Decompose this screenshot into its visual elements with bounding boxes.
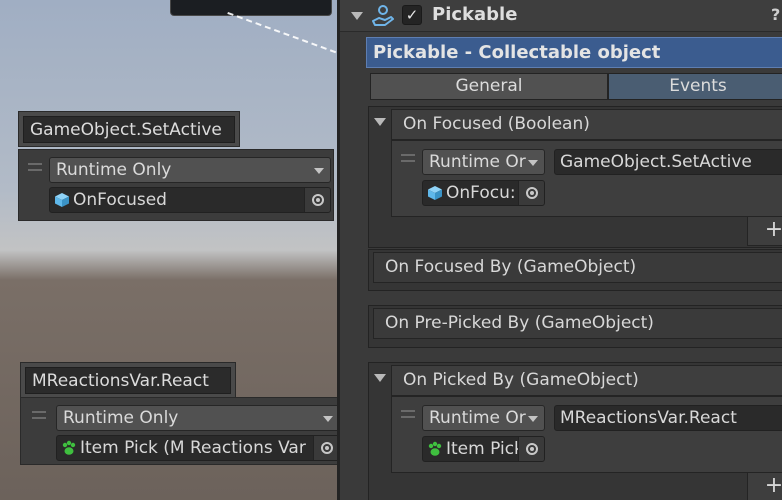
- drag-handle-icon[interactable]: [401, 154, 415, 162]
- event-listener-list: Runtime Or MReactionsVar.React Item Pick: [391, 396, 782, 473]
- object-picker-icon[interactable]: [518, 181, 544, 205]
- method-field[interactable]: GameObject.SetActive: [554, 149, 782, 175]
- scene-node-react-title[interactable]: MReactionsVar.React: [20, 362, 236, 398]
- method-field[interactable]: MReactionsVar.React: [554, 405, 782, 431]
- runtime-mode-dropdown[interactable]: Runtime Or: [422, 149, 545, 175]
- runtime-mode-label: Runtime Or: [429, 408, 526, 428]
- runtime-mode-label: Runtime Only: [63, 408, 179, 428]
- chevron-down-icon: [323, 416, 333, 422]
- checkmark-icon: ✓: [405, 6, 419, 24]
- cube-icon: [428, 186, 442, 200]
- component-enabled-checkbox[interactable]: ✓: [402, 5, 422, 25]
- add-listener-button[interactable]: +: [747, 472, 782, 500]
- foldout-arrow-icon[interactable]: [374, 118, 386, 126]
- event-header[interactable]: On Picked By (GameObject): [391, 365, 782, 396]
- component-description-banner: Pickable - Collectable object: [366, 37, 782, 68]
- scene-overlay-panel: [170, 0, 332, 16]
- drag-handle-icon[interactable]: [28, 163, 42, 171]
- chevron-down-icon: [528, 160, 538, 166]
- target-object-field[interactable]: OnFocu:: [422, 180, 545, 206]
- drag-handle-icon[interactable]: [401, 410, 415, 418]
- runtime-mode-label: Runtime Only: [56, 160, 172, 180]
- paw-icon: [428, 441, 442, 456]
- scene-node-setactive-title[interactable]: GameObject.SetActive: [18, 111, 240, 147]
- foldout-arrow-icon[interactable]: [374, 374, 386, 382]
- runtime-mode-dropdown[interactable]: Runtime Only: [49, 157, 331, 183]
- component-title: Pickable: [432, 4, 518, 25]
- chevron-down-icon: [528, 416, 538, 422]
- runtime-mode-dropdown[interactable]: Runtime Or: [422, 405, 545, 431]
- cube-icon: [55, 193, 69, 207]
- node-method-label: MReactionsVar.React: [25, 366, 231, 394]
- target-object-label: OnFocu:: [446, 183, 516, 203]
- target-object-label: Item Pick (M Reactions Var: [80, 438, 306, 458]
- target-object-field[interactable]: Item Pick (M Reactions Var: [56, 435, 337, 461]
- target-object-field[interactable]: OnFocused: [49, 187, 331, 213]
- component-header[interactable]: ✓ Pickable ?: [340, 0, 782, 32]
- chevron-down-icon: [314, 168, 324, 174]
- drag-handle-icon[interactable]: [32, 411, 46, 419]
- event-listener-list: Runtime Or GameObject.SetActive OnFocu:: [391, 140, 782, 217]
- target-object-label: OnFocused: [73, 190, 167, 210]
- tab-general[interactable]: General: [370, 73, 608, 100]
- scene-gizmo-ray: [227, 12, 337, 57]
- target-object-label: Item Pick: [446, 439, 524, 459]
- help-icon[interactable]: ?: [771, 5, 782, 25]
- scene-node-setactive-body: Runtime Only OnFocused: [18, 149, 334, 221]
- object-picker-icon[interactable]: [313, 436, 337, 460]
- event-header[interactable]: On Pre-Picked By (GameObject): [373, 308, 782, 339]
- target-object-field[interactable]: Item Pick: [422, 436, 545, 462]
- foldout-arrow-icon[interactable]: [351, 12, 363, 20]
- scene-view[interactable]: GameObject.SetActive Runtime Only OnFocu…: [0, 0, 337, 500]
- tab-events[interactable]: Events: [608, 73, 782, 100]
- add-listener-button[interactable]: +: [747, 216, 782, 246]
- object-picker-icon[interactable]: [518, 437, 544, 461]
- runtime-mode-label: Runtime Or: [429, 152, 526, 172]
- event-on-focused: On Focused (Boolean) Runtime Or GameObje…: [368, 106, 782, 248]
- object-picker-icon[interactable]: [304, 188, 330, 212]
- event-header[interactable]: On Focused By (GameObject): [373, 252, 782, 283]
- hand-pick-icon: [372, 5, 394, 26]
- inspector-panel: ✓ Pickable ? Pickable - Collectable obje…: [337, 0, 782, 500]
- scene-node-react-body: Runtime Only Item Pick (M Reactions Var: [20, 397, 337, 465]
- node-method-label: GameObject.SetActive: [23, 115, 235, 143]
- event-header[interactable]: On Focused (Boolean): [391, 109, 782, 140]
- event-on-pre-picked-by: On Pre-Picked By (GameObject): [368, 305, 782, 348]
- paw-icon: [62, 440, 76, 455]
- runtime-mode-dropdown[interactable]: Runtime Only: [56, 405, 337, 431]
- event-on-picked-by: On Picked By (GameObject) Runtime Or MRe…: [368, 362, 782, 500]
- event-on-focused-by: On Focused By (GameObject): [368, 249, 782, 291]
